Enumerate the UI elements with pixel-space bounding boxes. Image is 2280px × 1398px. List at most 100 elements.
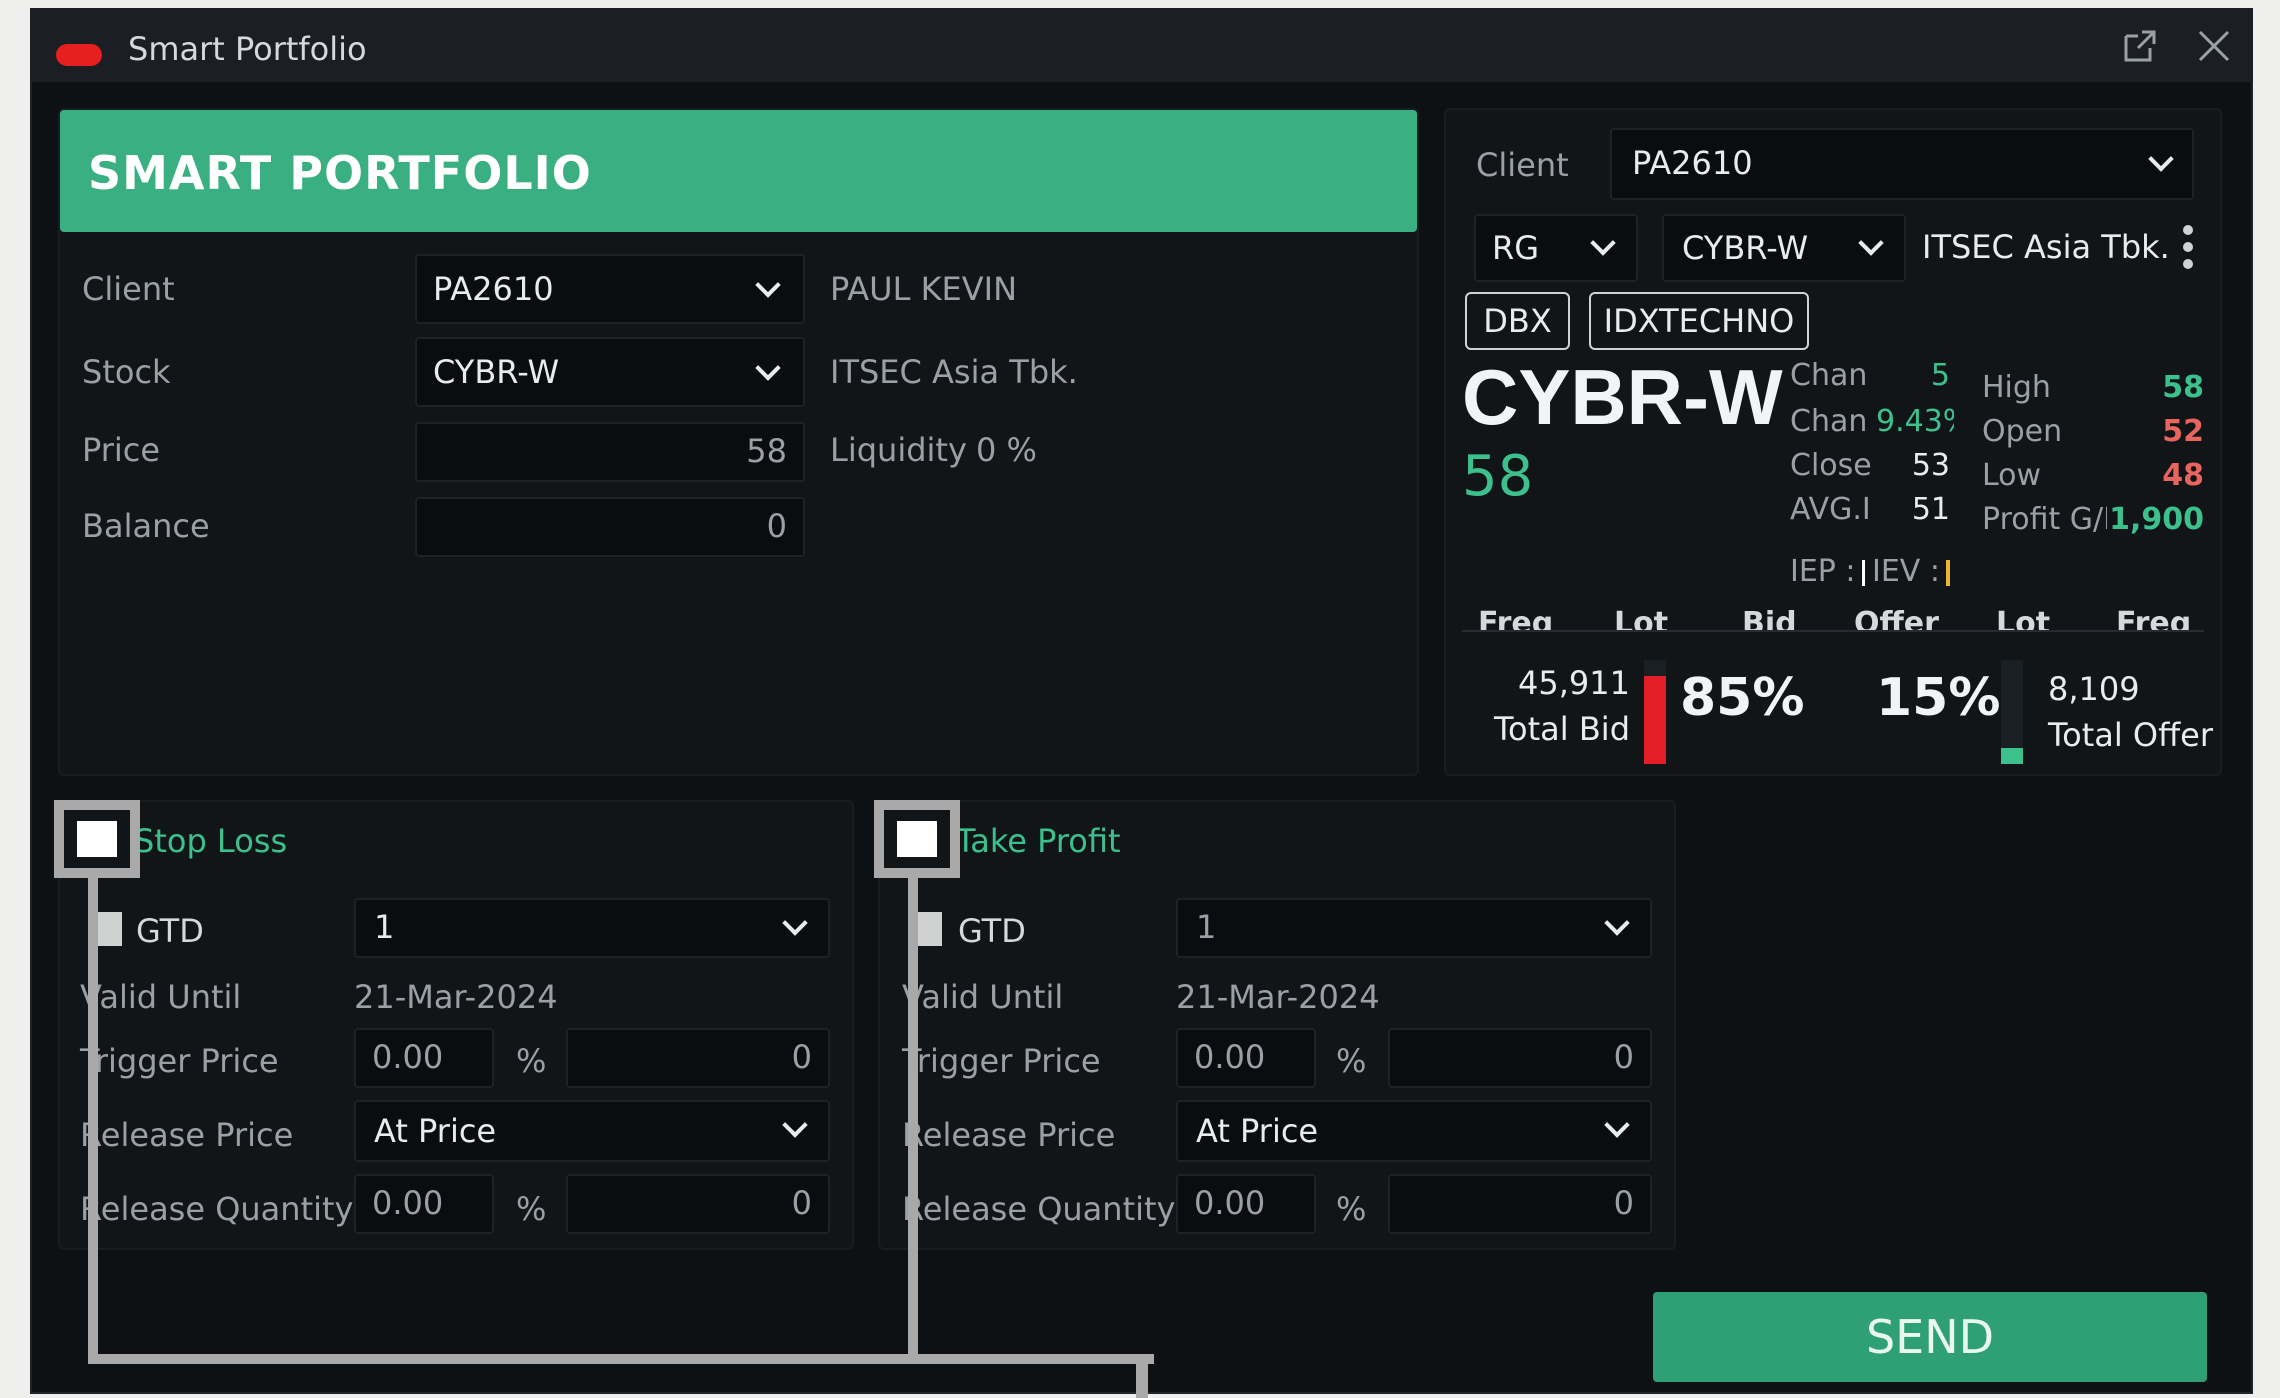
col-lot: Lot (1614, 606, 1669, 632)
release-qty-amount-value: 0 (1613, 1184, 1634, 1222)
chevron-down-icon (1590, 230, 1616, 256)
liquidity-label: Liquidity (830, 431, 967, 469)
quote-stock-value: CYBR-W (1682, 229, 1809, 267)
quote-client-select[interactable]: PA2610 (1610, 128, 2194, 200)
gtd-label: GTD (136, 912, 204, 950)
total-offer-label: Total Offer (2048, 716, 2213, 754)
profit-value: 1,900 (2107, 502, 2204, 537)
stop-loss-title: Stop Loss (134, 822, 288, 860)
popout-icon[interactable] (2120, 26, 2160, 66)
release-price-select[interactable]: At Price (354, 1100, 830, 1162)
trigger-price-input[interactable]: 0.00 (1176, 1028, 1316, 1088)
board-value: RG (1492, 229, 1540, 267)
trigger-price-label: Trigger Price (902, 1042, 1101, 1080)
trigger-price-value: 0.00 (1194, 1038, 1266, 1076)
send-button[interactable]: SEND (1653, 1292, 2207, 1382)
bid-bar (1644, 660, 1666, 764)
chevron-down-icon (755, 272, 781, 298)
close-label: Close (1790, 448, 1872, 483)
stock-select[interactable]: CYBR-W (415, 337, 805, 407)
gtd-label: GTD (958, 912, 1026, 950)
take-profit-title: Take Profit (956, 822, 1121, 860)
release-qty-amount-value: 0 (791, 1184, 812, 1222)
valid-until-label: Valid Until (80, 978, 242, 1016)
iev-label: IEV : (1872, 554, 1940, 589)
client-label: Client (82, 270, 175, 308)
release-qty-value: 0.00 (1194, 1184, 1266, 1222)
stop-loss-checkbox[interactable] (77, 821, 117, 857)
trigger-amount-value: 0 (1613, 1038, 1634, 1076)
tag-idxtechno[interactable]: IDXTECHNO (1589, 292, 1809, 350)
close-value: 53 (1911, 448, 1950, 483)
take-profit-checkbox[interactable] (897, 821, 937, 857)
release-price-label: Release Price (80, 1116, 294, 1154)
trigger-pct-label: % (1336, 1042, 1367, 1080)
trigger-price-input[interactable]: 0.00 (354, 1028, 494, 1088)
balance-field: 0 (415, 497, 805, 557)
profit-label: Profit G/L (1982, 502, 2120, 537)
quote-stock-name: ITSEC Asia Tbk. (1922, 228, 2170, 266)
price-value: 58 (746, 432, 787, 470)
total-bid-value: 45,911 (1518, 664, 1630, 702)
release-qty-input[interactable]: 0.00 (1176, 1174, 1316, 1234)
callout-line (908, 874, 918, 1364)
release-price-select[interactable]: At Price (1176, 1100, 1652, 1162)
release-qty-value: 0.00 (372, 1184, 444, 1222)
offer-percent: 15% (1876, 668, 2001, 728)
col-lot2: Lot (1996, 606, 2051, 632)
col-offer: Offer (1854, 606, 1939, 632)
release-qty-amount-input[interactable]: 0 (1388, 1174, 1652, 1234)
take-profit-checkbox-highlight (874, 800, 960, 878)
trigger-price-label: Trigger Price (80, 1042, 279, 1080)
chevron-down-icon (755, 355, 781, 381)
bid-percent: 85% (1680, 668, 1805, 728)
open-value: 52 (2162, 414, 2204, 449)
offer-bar (2001, 660, 2023, 764)
gtd-days-value: 1 (374, 908, 395, 946)
bid-bar-fill (1644, 676, 1666, 764)
chevron-down-icon (1604, 910, 1630, 936)
close-icon[interactable] (2196, 28, 2232, 64)
col-freq2: Freq (2116, 606, 2192, 632)
gtd-days-select[interactable]: 1 (354, 898, 830, 958)
window-title: Smart Portfolio (128, 30, 367, 68)
callout-line (88, 874, 98, 1364)
balance-value: 0 (766, 507, 787, 545)
stock-name: ITSEC Asia Tbk. (830, 353, 1078, 391)
quote-stock-select[interactable]: CYBR-W (1662, 214, 1906, 282)
open-label: Open (1982, 414, 2063, 449)
chevron-down-icon (1858, 230, 1884, 256)
valid-until-value: 21-Mar-2024 (1176, 978, 1380, 1016)
release-price-label: Release Price (902, 1116, 1116, 1154)
offer-bar-fill (2001, 748, 2023, 764)
callout-line (1136, 1354, 1148, 1398)
gtd-days-select[interactable]: 1 (1176, 898, 1652, 958)
price-input[interactable]: 58 (415, 422, 805, 482)
stop-loss-checkbox-highlight (54, 800, 140, 878)
release-qty-amount-input[interactable]: 0 (566, 1174, 830, 1234)
board-select[interactable]: RG (1474, 214, 1638, 282)
tag-dbx[interactable]: DBX (1465, 292, 1570, 350)
release-qty-input[interactable]: 0.00 (354, 1174, 494, 1234)
iev-marker (1946, 560, 1950, 586)
more-options-icon[interactable] (2176, 222, 2200, 272)
orderbook-header: Freq Lot Bid Offer Lot Freq (1462, 598, 2204, 632)
app-indicator-icon (56, 44, 102, 66)
iep-label: IEP : (1790, 554, 1856, 589)
iep-iev-row: IEP : IEV : (1790, 552, 1954, 594)
stock-label: Stock (82, 353, 171, 391)
callout-line (88, 1354, 1154, 1364)
page-title: SMART PORTFOLIO (88, 146, 592, 200)
trigger-amount-input[interactable]: 0 (566, 1028, 830, 1088)
client-select[interactable]: PA2610 (415, 254, 805, 324)
chevron-down-icon (2148, 146, 2174, 172)
total-bid-label: Total Bid (1493, 710, 1630, 748)
quote-stats-mid: Chan 5 Chan 9.43% Close 53 AVG.I 51 (1790, 356, 1954, 576)
low-value: 48 (2162, 458, 2204, 493)
avg-value: 51 (1911, 492, 1950, 527)
high-label: High (1982, 370, 2051, 405)
chevron-down-icon (1604, 1112, 1630, 1138)
release-price-value: At Price (1196, 1112, 1319, 1150)
trigger-amount-input[interactable]: 0 (1388, 1028, 1652, 1088)
release-qty-pct-label: % (1336, 1190, 1367, 1228)
